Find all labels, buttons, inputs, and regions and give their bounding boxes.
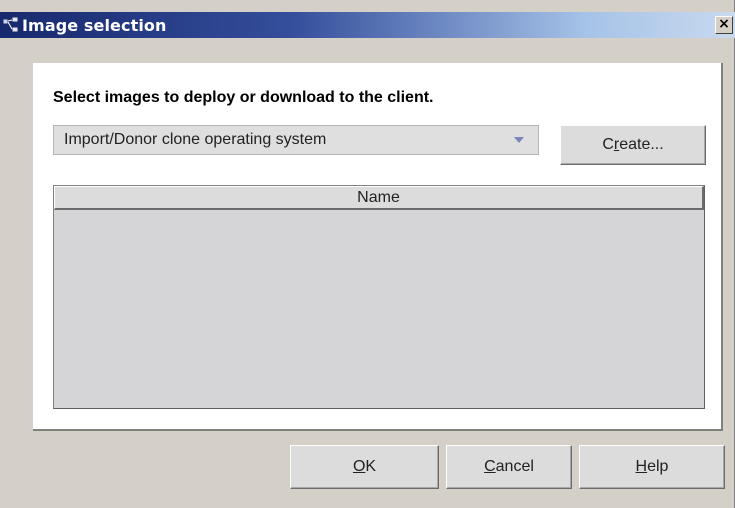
cancel-button[interactable]: Cancel	[446, 445, 572, 489]
ok-label: K	[365, 458, 377, 475]
column-header-label: Name	[357, 188, 400, 206]
create-label-pre: C	[602, 136, 614, 153]
title-bar[interactable]: Image selection ×	[0, 12, 735, 38]
window-title: Image selection	[22, 15, 167, 35]
ok-mnemonic: O	[352, 458, 366, 475]
app-window-icon	[2, 16, 20, 34]
close-button[interactable]: ×	[715, 16, 733, 34]
chevron-down-icon[interactable]	[514, 137, 524, 143]
image-selection-dialog: Image selection × Select images to deplo…	[0, 0, 735, 508]
help-button[interactable]: Help	[579, 445, 725, 489]
dropdown-selected-value: Import/Donor clone operating system	[64, 131, 327, 148]
close-icon: ×	[718, 16, 730, 32]
images-table[interactable]: Name	[53, 185, 705, 409]
create-button[interactable]: Cr eate...	[560, 125, 706, 165]
content-panel: Select images to deploy or download to t…	[33, 63, 723, 431]
ok-button[interactable]: OK	[290, 445, 439, 489]
column-header-name[interactable]: Name	[54, 186, 704, 210]
create-label-post: eate...	[619, 136, 664, 153]
cancel-mnemonic: C	[484, 458, 496, 475]
help-label: elp	[647, 458, 669, 475]
instruction-text: Select images to deploy or download to t…	[53, 89, 434, 106]
cancel-label: ancel	[495, 458, 534, 475]
help-mnemonic: H	[635, 458, 648, 475]
image-type-dropdown[interactable]: Import/Donor clone operating system	[53, 125, 539, 155]
